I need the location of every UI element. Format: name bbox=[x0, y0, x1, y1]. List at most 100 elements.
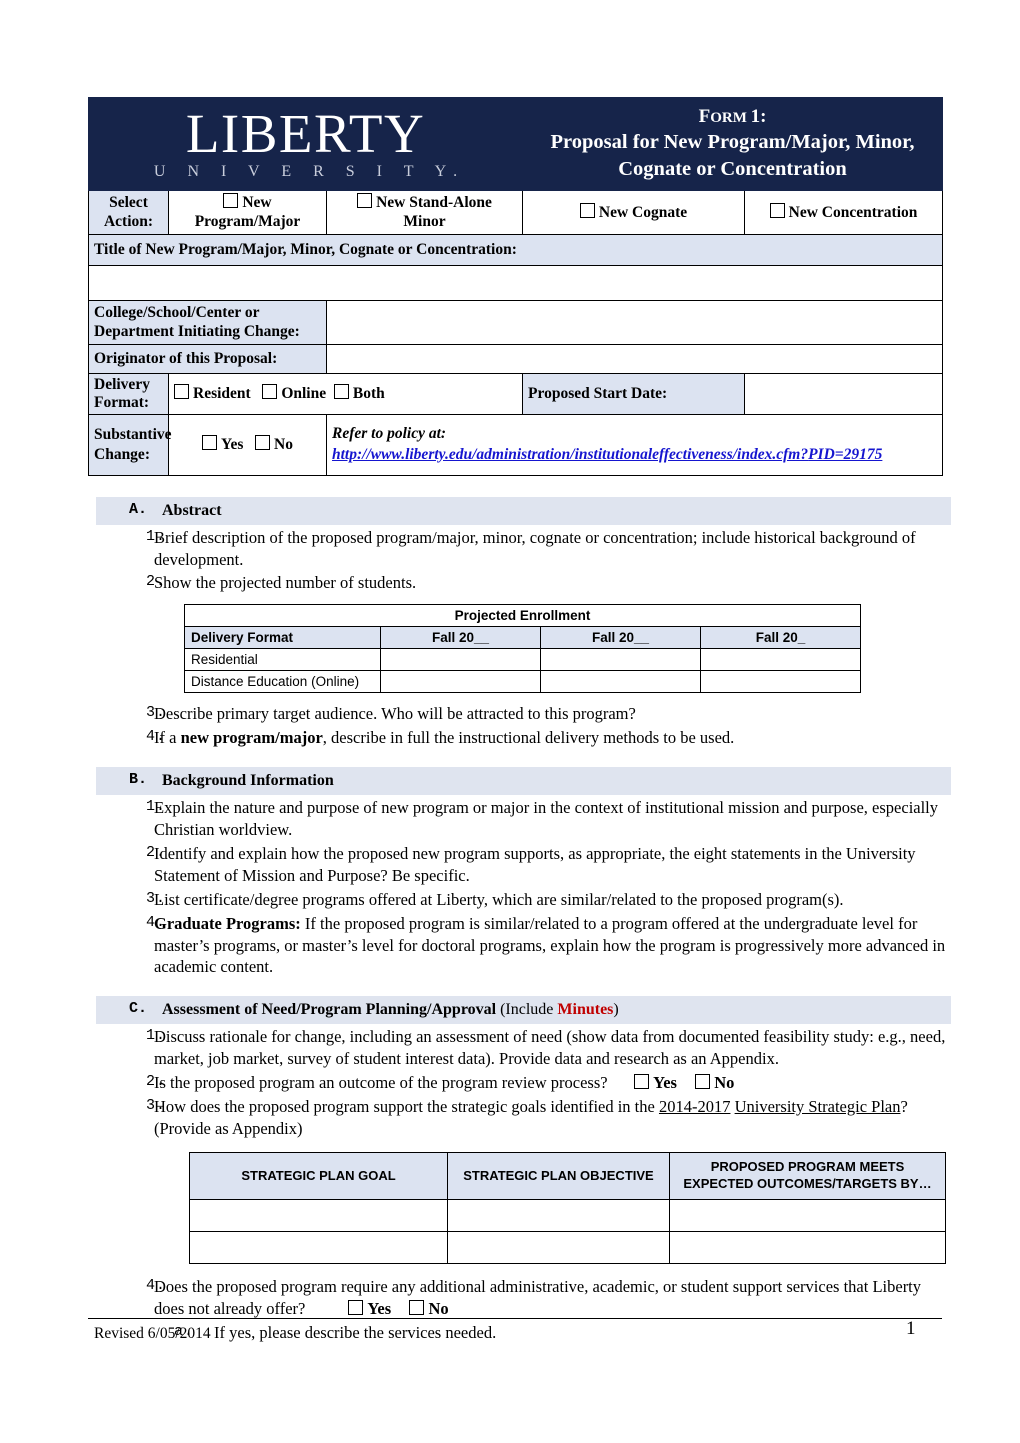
college-label-l2: Department Initiating Change: bbox=[94, 323, 300, 341]
item-number: 3. bbox=[146, 704, 167, 722]
row-label-distance-education: Distance Education (Online) bbox=[184, 670, 381, 694]
select-action-label: Select Action: bbox=[88, 190, 169, 235]
policy-reference: Refer to policy at: http://www.liberty.e… bbox=[325, 413, 944, 476]
cell-residential-2[interactable] bbox=[540, 648, 701, 672]
item-number: 1. bbox=[146, 797, 167, 815]
item-question: Does the proposed program require any ad… bbox=[154, 1276, 922, 1318]
list-item: 2. Identify and explain how the proposed… bbox=[96, 843, 951, 887]
option-new-concentration[interactable]: New Concentration bbox=[744, 190, 944, 235]
item-text: How does the proposed program support th… bbox=[154, 1096, 951, 1140]
list-item: 2. Show the projected number of students… bbox=[96, 572, 951, 594]
item-number: 4. bbox=[146, 1276, 167, 1294]
section-title-c: Assessment of Need/Program Planning/Appr… bbox=[162, 999, 619, 1021]
checkbox-new-stand-alone-minor[interactable] bbox=[357, 193, 373, 208]
delivery-format-options[interactable]: Resident Online Both bbox=[167, 372, 524, 415]
item-text: Explain the nature and purpose of new pr… bbox=[154, 797, 939, 839]
item-text: Describe primary target audience. Who wi… bbox=[154, 704, 636, 724]
list-item: 1. Explain the nature and purpose of new… bbox=[96, 797, 951, 841]
item-number: 2. bbox=[146, 573, 167, 591]
substantive-change-label: Substantive Change: bbox=[88, 413, 172, 476]
option-new-cognate[interactable]: New Cognate bbox=[522, 190, 746, 235]
yes-no-group-c4[interactable]: Yes No bbox=[305, 1299, 449, 1318]
item-number: 1. bbox=[146, 527, 167, 545]
checkbox-new-program-major[interactable] bbox=[223, 193, 239, 208]
list-item: 1. Brief description of the proposed pro… bbox=[96, 527, 951, 571]
cell-distance-2[interactable] bbox=[540, 670, 701, 694]
item-number: 3. bbox=[146, 889, 167, 907]
section-title-b: Background Information bbox=[162, 772, 334, 790]
column-header-fall-2: Fall 20__ bbox=[540, 626, 701, 650]
list-item: 3. List certificate/degree programs offe… bbox=[96, 889, 951, 911]
item-text: Discuss rationale for change, including … bbox=[154, 1026, 946, 1068]
select-action-label-l2: Action: bbox=[103, 213, 154, 231]
item-text: If a new program/major, describe in full… bbox=[154, 728, 735, 748]
item-number: 2. bbox=[146, 843, 167, 861]
list-item: 3. How does the proposed program support… bbox=[96, 1096, 951, 1140]
list-item: 4. Graduate Programs: If the proposed pr… bbox=[96, 913, 951, 979]
column-header-strategic-plan-goal: STRATEGIC PLAN GOAL bbox=[189, 1151, 448, 1200]
option-new-stand-alone-minor[interactable]: New Stand-Alone Minor bbox=[325, 190, 524, 235]
item-text-a: How does the proposed program support th… bbox=[154, 1096, 659, 1116]
checkbox-resident[interactable] bbox=[174, 384, 189, 399]
policy-url-l2: PID=29175 bbox=[808, 445, 883, 463]
checkbox-c4-yes[interactable] bbox=[348, 1299, 364, 1315]
checkbox-substantive-yes[interactable] bbox=[202, 435, 218, 450]
checkbox-c2-yes[interactable] bbox=[634, 1073, 650, 1089]
header-form-table: LIBERTY U N I V E R S I T Y. FORM 1: Pro… bbox=[87, 97, 944, 476]
checkbox-online[interactable] bbox=[262, 384, 278, 399]
label-yes: Yes bbox=[221, 436, 244, 453]
section-title-c-minutes: Minutes bbox=[557, 1001, 614, 1019]
document-page: LIBERTY U N I V E R S I T Y. FORM 1: Pro… bbox=[0, 0, 1020, 1443]
cell-residential-3[interactable] bbox=[699, 648, 862, 672]
option-label-l1: New Stand-Alone bbox=[376, 194, 492, 211]
form-title-line-2: Proposal for New Program/Major, Minor, bbox=[550, 131, 915, 154]
delivery-format-row: Delivery Format: Resident Online Both Pr… bbox=[88, 372, 944, 415]
list-item: 1. Discuss rationale for change, includi… bbox=[96, 1026, 951, 1070]
page-number: 1 bbox=[906, 1318, 916, 1339]
banner-row: LIBERTY U N I V E R S I T Y. FORM 1: Pro… bbox=[87, 97, 944, 191]
column-header-fall-1: Fall 20__ bbox=[380, 626, 541, 650]
option-new-program-major[interactable]: New Program/Major bbox=[168, 190, 327, 235]
substantive-change-options[interactable]: Yes No bbox=[168, 413, 327, 476]
start-date-input[interactable] bbox=[744, 372, 944, 415]
cell-objective-1[interactable] bbox=[447, 1198, 670, 1232]
cell-distance-1[interactable] bbox=[380, 670, 541, 694]
checkbox-substantive-no[interactable] bbox=[255, 435, 271, 450]
underlined-years: 2014-2017 bbox=[658, 1096, 731, 1116]
policy-url-link[interactable]: http://www.liberty.edu/administration/in… bbox=[332, 445, 937, 465]
cell-goal-2[interactable] bbox=[189, 1230, 448, 1264]
cell-residential-1[interactable] bbox=[380, 648, 541, 672]
checkbox-c2-no[interactable] bbox=[695, 1073, 711, 1089]
cell-outcomes-1[interactable] bbox=[669, 1198, 946, 1232]
substantive-label-l2: Change: bbox=[94, 445, 150, 463]
list-item: 4. Does the proposed program require any… bbox=[96, 1276, 951, 1320]
checkbox-new-cognate[interactable] bbox=[579, 202, 595, 218]
checkbox-new-concentration[interactable] bbox=[769, 202, 785, 218]
underlined-plan-name: University Strategic Plan bbox=[734, 1096, 901, 1116]
yes-no-group-c2[interactable]: Yes No bbox=[608, 1073, 734, 1092]
section-header-c: C. Assessment of Need/Program Planning/A… bbox=[96, 996, 951, 1024]
option-label-l2: Minor bbox=[403, 213, 446, 231]
originator-input[interactable] bbox=[325, 343, 944, 374]
item-text: Does the proposed program require any ad… bbox=[154, 1276, 951, 1320]
cell-goal-1[interactable] bbox=[189, 1198, 448, 1232]
title-value-row bbox=[87, 264, 944, 301]
form-number-line: FORM 1: bbox=[698, 106, 767, 128]
title-input[interactable] bbox=[87, 264, 944, 301]
college-input[interactable] bbox=[325, 299, 944, 345]
label-both: Both bbox=[352, 385, 385, 402]
table-row bbox=[189, 1230, 946, 1264]
section-c-items-cont: 4. Does the proposed program require any… bbox=[96, 1276, 951, 1320]
checkbox-c4-no[interactable] bbox=[409, 1299, 425, 1315]
column-header-fall-3: Fall 20_ bbox=[699, 626, 862, 650]
logo-subtext: U N I V E R S I T Y. bbox=[153, 163, 467, 181]
substantive-change-row: Substantive Change: Yes No Refer to poli… bbox=[88, 413, 944, 476]
label-online: Online bbox=[281, 385, 327, 402]
cell-outcomes-2[interactable] bbox=[669, 1230, 946, 1264]
strategic-plan-table: STRATEGIC PLAN GOAL STRATEGIC PLAN OBJEC… bbox=[189, 1151, 946, 1264]
cell-distance-3[interactable] bbox=[699, 670, 862, 694]
item-number: 3. bbox=[146, 1096, 167, 1114]
cell-objective-2[interactable] bbox=[447, 1230, 670, 1264]
checkbox-both[interactable] bbox=[333, 384, 349, 399]
table-row: Distance Education (Online) bbox=[184, 670, 862, 694]
